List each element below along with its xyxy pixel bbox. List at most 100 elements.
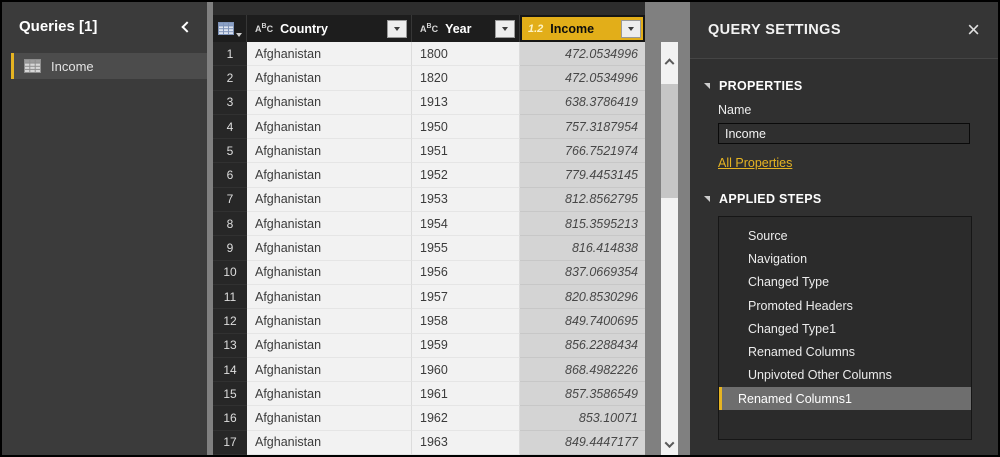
income-cell[interactable]: 853.10071	[520, 406, 645, 430]
applied-step[interactable]: Unpivoted Other Columns	[719, 364, 971, 387]
row-number-cell[interactable]: 6	[213, 163, 247, 187]
applied-step[interactable]: Navigation	[719, 247, 971, 270]
row-number-cell[interactable]: 11	[213, 285, 247, 309]
row-number-cell[interactable]: 5	[213, 139, 247, 163]
filter-dropdown-button[interactable]	[495, 20, 515, 38]
year-cell[interactable]: 1954	[412, 212, 520, 236]
income-cell[interactable]: 815.3595213	[520, 212, 645, 236]
table-row[interactable]: 5 Afghanistan 1951 766.7521974	[213, 139, 645, 163]
year-cell[interactable]: 1950	[412, 115, 520, 139]
applied-step[interactable]: Renamed Columns1	[719, 387, 971, 410]
country-cell[interactable]: Afghanistan	[247, 91, 412, 115]
table-row[interactable]: 6 Afghanistan 1952 779.4453145	[213, 163, 645, 187]
row-number-cell[interactable]: 2	[213, 66, 247, 90]
country-cell[interactable]: Afghanistan	[247, 66, 412, 90]
applied-step[interactable]: Source	[719, 224, 971, 247]
table-row[interactable]: 13 Afghanistan 1959 856.2288434	[213, 334, 645, 358]
column-header-country[interactable]: ABC Country	[247, 15, 412, 42]
all-properties-link[interactable]: All Properties	[718, 156, 792, 170]
applied-step[interactable]: Changed Type1	[719, 317, 971, 340]
year-cell[interactable]: 1955	[412, 236, 520, 260]
year-cell[interactable]: 1956	[412, 261, 520, 285]
income-cell[interactable]: 820.8530296	[520, 285, 645, 309]
row-number-cell[interactable]: 4	[213, 115, 247, 139]
year-cell[interactable]: 1958	[412, 309, 520, 333]
row-number-cell[interactable]: 14	[213, 358, 247, 382]
income-cell[interactable]: 472.0534996	[520, 42, 645, 66]
income-cell[interactable]: 816.414838	[520, 236, 645, 260]
country-cell[interactable]: Afghanistan	[247, 139, 412, 163]
year-cell[interactable]: 1953	[412, 188, 520, 212]
country-cell[interactable]: Afghanistan	[247, 115, 412, 139]
properties-section-header[interactable]: PROPERTIES	[704, 79, 982, 93]
row-number-cell[interactable]: 13	[213, 334, 247, 358]
country-cell[interactable]: Afghanistan	[247, 188, 412, 212]
year-cell[interactable]: 1913	[412, 91, 520, 115]
table-row[interactable]: 3 Afghanistan 1913 638.3786419	[213, 91, 645, 115]
country-cell[interactable]: Afghanistan	[247, 334, 412, 358]
query-item-income[interactable]: Income	[11, 53, 207, 79]
year-cell[interactable]: 1820	[412, 66, 520, 90]
applied-steps-section-header[interactable]: APPLIED STEPS	[704, 192, 982, 206]
table-row[interactable]: 2 Afghanistan 1820 472.0534996	[213, 66, 645, 90]
row-number-cell[interactable]: 1	[213, 42, 247, 66]
table-row[interactable]: 12 Afghanistan 1958 849.7400695	[213, 309, 645, 333]
income-cell[interactable]: 638.3786419	[520, 91, 645, 115]
table-row[interactable]: 15 Afghanistan 1961 857.3586549	[213, 382, 645, 406]
year-cell[interactable]: 1952	[412, 163, 520, 187]
country-cell[interactable]: Afghanistan	[247, 431, 412, 455]
income-cell[interactable]: 857.3586549	[520, 382, 645, 406]
table-row[interactable]: 9 Afghanistan 1955 816.414838	[213, 236, 645, 260]
income-cell[interactable]: 849.7400695	[520, 309, 645, 333]
year-cell[interactable]: 1960	[412, 358, 520, 382]
income-cell[interactable]: 472.0534996	[520, 66, 645, 90]
income-cell[interactable]: 868.4982226	[520, 358, 645, 382]
country-cell[interactable]: Afghanistan	[247, 163, 412, 187]
applied-step[interactable]: Renamed Columns	[719, 340, 971, 363]
country-cell[interactable]: Afghanistan	[247, 236, 412, 260]
country-cell[interactable]: Afghanistan	[247, 285, 412, 309]
applied-step[interactable]: Changed Type	[719, 271, 971, 294]
income-cell[interactable]: 757.3187954	[520, 115, 645, 139]
filter-dropdown-button[interactable]	[621, 20, 641, 38]
table-row[interactable]: 14 Afghanistan 1960 868.4982226	[213, 358, 645, 382]
table-row[interactable]: 11 Afghanistan 1957 820.8530296	[213, 285, 645, 309]
column-header-income[interactable]: 1.2 Income	[520, 15, 645, 42]
income-cell[interactable]: 812.8562795	[520, 188, 645, 212]
filter-dropdown-button[interactable]	[387, 20, 407, 38]
table-row[interactable]: 7 Afghanistan 1953 812.8562795	[213, 188, 645, 212]
table-row[interactable]: 17 Afghanistan 1963 849.4447177	[213, 431, 645, 455]
country-cell[interactable]: Afghanistan	[247, 261, 412, 285]
income-cell[interactable]: 837.0669354	[520, 261, 645, 285]
table-row[interactable]: 4 Afghanistan 1950 757.3187954	[213, 115, 645, 139]
row-number-cell[interactable]: 17	[213, 431, 247, 455]
table-row[interactable]: 10 Afghanistan 1956 837.0669354	[213, 261, 645, 285]
year-cell[interactable]: 1800	[412, 42, 520, 66]
year-cell[interactable]: 1963	[412, 431, 520, 455]
row-number-cell[interactable]: 10	[213, 261, 247, 285]
collapse-pane-icon[interactable]	[181, 21, 192, 32]
row-number-cell[interactable]: 12	[213, 309, 247, 333]
table-row[interactable]: 16 Afghanistan 1962 853.10071	[213, 406, 645, 430]
table-row[interactable]: 8 Afghanistan 1954 815.3595213	[213, 212, 645, 236]
applied-step[interactable]: Promoted Headers	[719, 294, 971, 317]
vertical-scrollbar[interactable]	[661, 42, 678, 455]
country-cell[interactable]: Afghanistan	[247, 382, 412, 406]
year-cell[interactable]: 1951	[412, 139, 520, 163]
column-header-year[interactable]: ABC Year	[412, 15, 520, 42]
row-number-cell[interactable]: 9	[213, 236, 247, 260]
select-all-button[interactable]	[213, 15, 247, 42]
year-cell[interactable]: 1962	[412, 406, 520, 430]
scrollbar-thumb[interactable]	[661, 84, 678, 198]
income-cell[interactable]: 849.4447177	[520, 431, 645, 455]
row-number-cell[interactable]: 3	[213, 91, 247, 115]
table-row[interactable]: 1 Afghanistan 1800 472.0534996	[213, 42, 645, 66]
year-cell[interactable]: 1961	[412, 382, 520, 406]
row-number-cell[interactable]: 8	[213, 212, 247, 236]
scroll-up-button[interactable]	[661, 52, 678, 69]
row-number-cell[interactable]: 7	[213, 188, 247, 212]
country-cell[interactable]: Afghanistan	[247, 406, 412, 430]
year-cell[interactable]: 1957	[412, 285, 520, 309]
row-number-cell[interactable]: 16	[213, 406, 247, 430]
query-name-input[interactable]	[718, 123, 970, 144]
